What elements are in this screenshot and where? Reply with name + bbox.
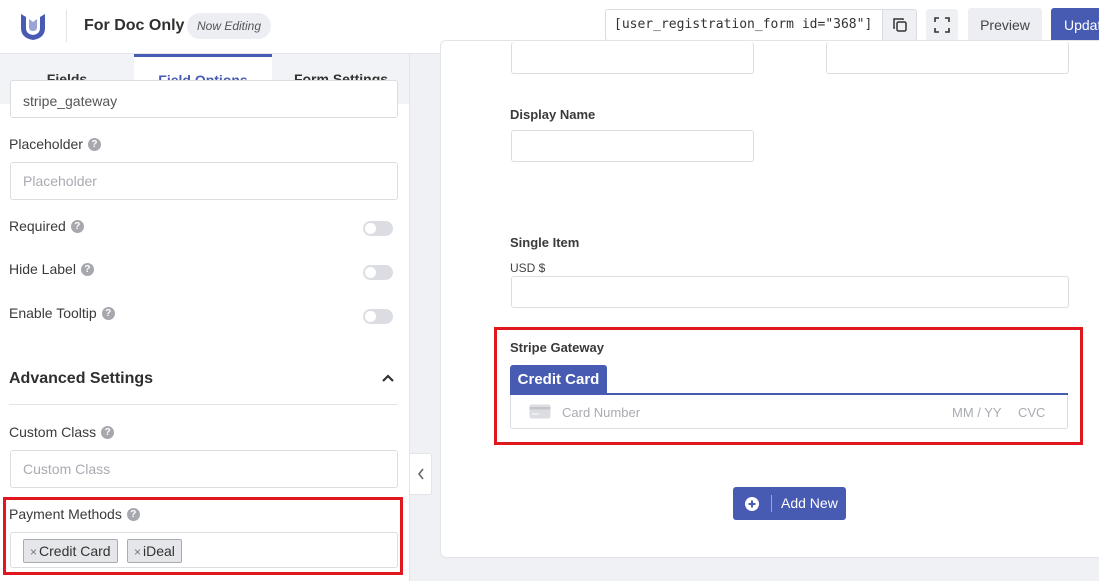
- hide-label-toggle[interactable]: [363, 265, 393, 280]
- credit-card-icon: [529, 404, 551, 419]
- payment-methods-select[interactable]: × Credit Card × iDeal: [10, 532, 398, 568]
- payment-method-chip-ideal[interactable]: × iDeal: [127, 539, 182, 563]
- help-icon[interactable]: ?: [80, 262, 94, 276]
- chip-label: iDeal: [143, 543, 175, 559]
- payment-methods-label-text: Payment Methods: [9, 506, 122, 522]
- display-name-input[interactable]: [511, 130, 754, 162]
- required-label: Required ?: [9, 218, 84, 234]
- chevron-left-icon: [417, 468, 424, 480]
- enable-tooltip-text: Enable Tooltip: [9, 305, 97, 321]
- header-divider: [66, 10, 67, 42]
- stripe-gateway-label: Stripe Gateway: [510, 340, 604, 355]
- payment-methods-label: Payment Methods ?: [9, 506, 140, 522]
- add-new-label: Add New: [781, 495, 838, 511]
- add-new-separator: [771, 495, 772, 512]
- field-options-panel: Fields Field Options Form Settings strip…: [0, 54, 410, 581]
- user-registration-logo-icon[interactable]: [18, 10, 48, 42]
- single-item-currency: USD $: [510, 261, 546, 275]
- help-icon[interactable]: ?: [126, 507, 140, 521]
- copy-icon: [892, 18, 907, 32]
- enable-tooltip-label: Enable Tooltip ?: [9, 305, 115, 321]
- copy-shortcode-button[interactable]: [883, 9, 917, 41]
- required-toggle[interactable]: [363, 221, 393, 236]
- remove-chip-icon[interactable]: ×: [134, 545, 141, 559]
- update-button[interactable]: Update: [1051, 8, 1099, 42]
- placeholder-input[interactable]: Placeholder: [10, 162, 398, 200]
- help-icon[interactable]: ?: [101, 306, 115, 320]
- shortcode-field[interactable]: [user_registration_form id="368"]: [605, 9, 883, 41]
- advanced-settings-title[interactable]: Advanced Settings: [9, 370, 153, 388]
- hide-label-text: Hide Label: [9, 261, 76, 277]
- required-label-text: Required: [9, 218, 66, 234]
- last-name-input-preview[interactable]: [826, 42, 1069, 74]
- field-name-input[interactable]: stripe_gateway: [10, 80, 398, 118]
- cvc-placeholder: CVC: [1018, 405, 1046, 420]
- add-new-button[interactable]: Add New: [733, 487, 846, 520]
- placeholder-label: Placeholder ?: [9, 136, 101, 152]
- hide-label-label: Hide Label ?: [9, 261, 94, 277]
- single-item-label: Single Item: [510, 235, 580, 250]
- chip-label: Credit Card: [39, 543, 111, 559]
- display-name-label: Display Name: [510, 107, 596, 122]
- custom-class-input[interactable]: Custom Class: [10, 450, 398, 488]
- card-number-placeholder: Card Number: [562, 405, 641, 420]
- remove-chip-icon[interactable]: ×: [30, 545, 37, 559]
- fullscreen-button[interactable]: [926, 9, 958, 41]
- help-icon[interactable]: ?: [87, 137, 101, 151]
- credit-card-tab[interactable]: Credit Card: [510, 365, 607, 394]
- help-icon[interactable]: ?: [70, 219, 84, 233]
- custom-class-label-text: Custom Class: [9, 424, 97, 440]
- form-title: For Doc Only: [84, 17, 185, 34]
- enable-tooltip-toggle[interactable]: [363, 309, 393, 324]
- section-divider: [9, 404, 398, 405]
- first-name-input-preview[interactable]: [511, 42, 754, 74]
- placeholder-label-text: Placeholder: [9, 136, 83, 152]
- collapse-panel-button[interactable]: [410, 453, 432, 495]
- help-icon[interactable]: ?: [101, 425, 115, 439]
- payment-method-chip-credit-card[interactable]: × Credit Card: [23, 539, 118, 563]
- custom-class-label: Custom Class ?: [9, 424, 115, 440]
- preview-button[interactable]: Preview: [968, 8, 1042, 42]
- status-badge: Now Editing: [187, 13, 272, 39]
- card-details-input[interactable]: Card Number MM / YY CVC: [510, 395, 1068, 429]
- chevron-up-icon[interactable]: [380, 372, 396, 384]
- expiry-placeholder: MM / YY: [952, 405, 1002, 420]
- single-item-input[interactable]: [511, 276, 1069, 308]
- plus-circle-icon: [745, 497, 759, 511]
- fullscreen-icon: [934, 17, 950, 33]
